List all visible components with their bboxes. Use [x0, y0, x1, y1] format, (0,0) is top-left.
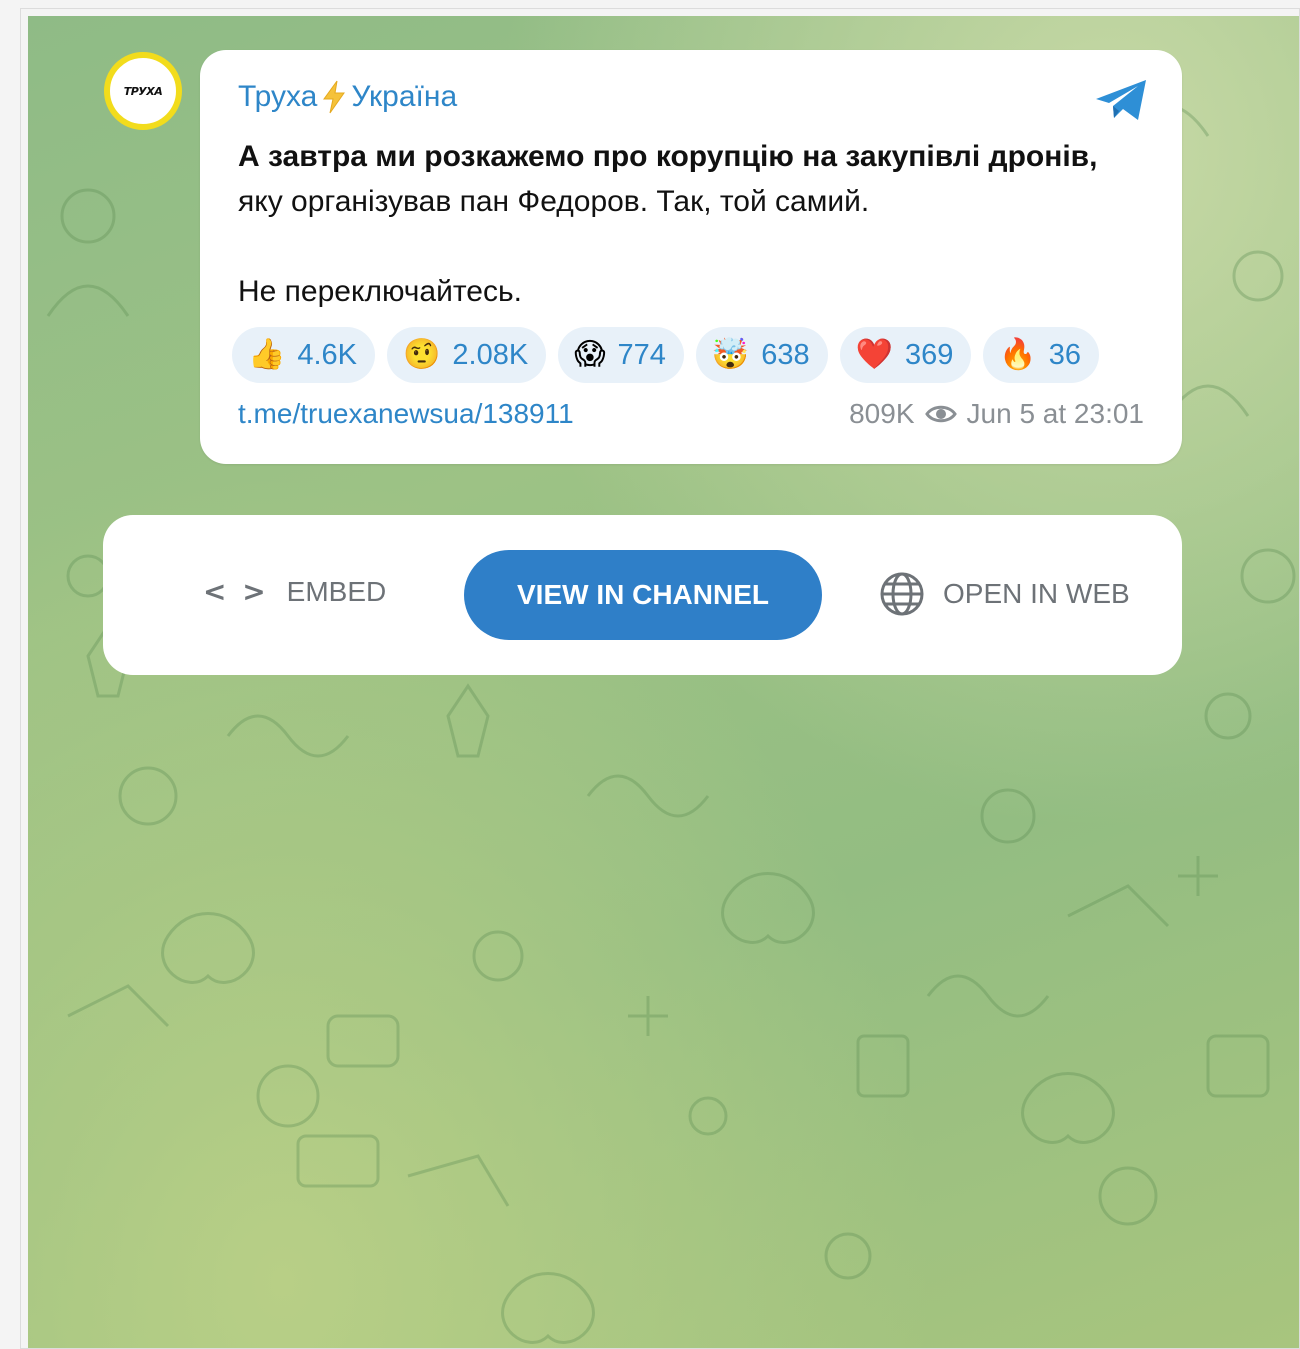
- thumbs-up-icon: 👍: [248, 337, 286, 372]
- eye-icon: [924, 405, 957, 423]
- reaction-count: 369: [904, 338, 954, 371]
- message-bubble: Труха Україна А завтра ми розкажемо про …: [200, 50, 1182, 464]
- open-in-web-label: OPEN IN WEB: [943, 578, 1130, 609]
- reaction-heart[interactable]: ❤️ 369: [839, 327, 972, 383]
- channel-name-left: Труха: [238, 80, 318, 113]
- post-paragraph-2: Не переключайтесь.: [238, 275, 522, 308]
- lightning-icon: [323, 80, 346, 114]
- view-in-channel-label: VIEW IN CHANNEL: [517, 579, 769, 610]
- reactions-bar: 👍 4.6K 🤨 2.08K 😱 774 🤯 638 ❤️ 369 🔥 36: [232, 327, 1099, 383]
- post-link[interactable]: t.me/truexanewsua/138911: [238, 398, 574, 430]
- embed-button[interactable]: < > EMBED: [203, 575, 386, 608]
- reaction-scream[interactable]: 😱 774: [558, 327, 684, 383]
- view-in-channel-button[interactable]: VIEW IN CHANNEL: [464, 550, 822, 640]
- screaming-face-icon: 😱: [574, 337, 606, 372]
- post-text-bold: А завтра ми розкажемо про корупцію на за…: [238, 140, 1098, 173]
- avatar-text: ТРУХА: [123, 84, 163, 98]
- reaction-count: 36: [1048, 338, 1081, 371]
- exploding-head-icon: 🤯: [711, 337, 750, 372]
- embed-label: EMBED: [286, 575, 387, 607]
- reaction-count: 774: [617, 338, 666, 371]
- reaction-raised-eyebrow[interactable]: 🤨 2.08K: [387, 327, 547, 383]
- post-text: А завтра ми розкажемо про корупцію на за…: [238, 134, 1138, 314]
- reaction-count: 2.08K: [452, 338, 529, 371]
- reaction-count: 638: [761, 338, 810, 371]
- channel-name[interactable]: Труха Україна: [238, 80, 457, 114]
- post-date: Jun 5 at 23:01: [966, 398, 1144, 429]
- channel-name-right: Україна: [351, 80, 458, 113]
- post-text-regular: яку організував пан Федоров. Так, той са…: [238, 185, 870, 218]
- telegram-icon[interactable]: [1094, 78, 1150, 124]
- fire-icon: 🔥: [999, 337, 1037, 372]
- heart-icon: ❤️: [855, 337, 893, 372]
- code-icon: < >: [203, 575, 269, 608]
- globe-icon: [880, 572, 924, 616]
- reaction-mind-blown[interactable]: 🤯 638: [695, 327, 828, 383]
- post-meta: 809K Jun 5 at 23:01: [849, 398, 1144, 430]
- channel-avatar[interactable]: ТРУХА: [104, 52, 182, 130]
- open-in-web-button[interactable]: OPEN IN WEB: [879, 571, 1130, 617]
- reaction-thumbs-up[interactable]: 👍 4.6K: [232, 327, 376, 383]
- reaction-fire[interactable]: 🔥 36: [983, 327, 1099, 383]
- post-paragraph-1: А завтра ми розкажемо про корупцію на за…: [238, 134, 1138, 224]
- action-bar: < > EMBED VIEW IN CHANNEL OPEN IN WEB: [103, 515, 1182, 675]
- reaction-count: 4.6K: [297, 338, 358, 371]
- raised-eyebrow-face-icon: 🤨: [403, 337, 441, 372]
- view-count: 809K: [849, 398, 915, 429]
